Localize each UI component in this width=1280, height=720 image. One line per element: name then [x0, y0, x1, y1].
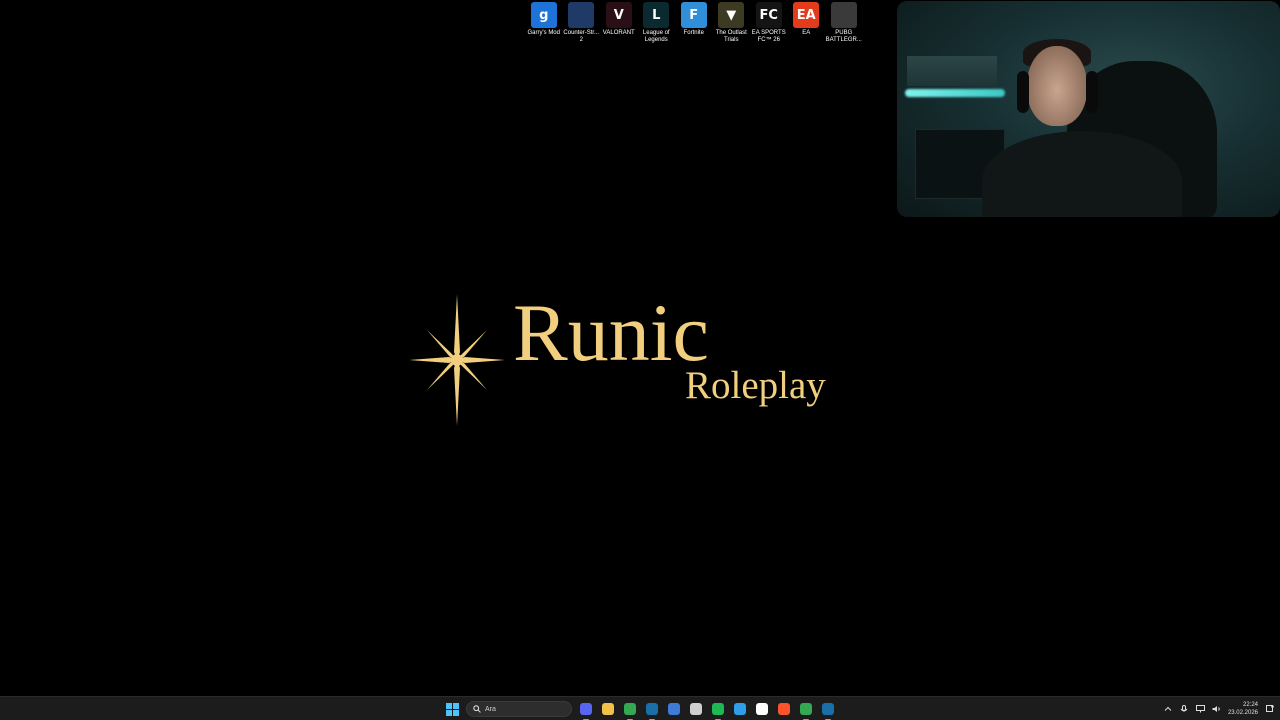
search-icon: [473, 705, 481, 713]
chrome-2-icon: [800, 703, 812, 715]
taskbar-app-discord[interactable]: [578, 701, 594, 720]
spotify-icon: [712, 703, 724, 715]
desktop-icons: g Garry's Mod Counter-Str... 2 V VALORANT L Le…: [525, 2, 863, 44]
counter-strike-icon: [568, 2, 595, 28]
desktop-shortcut[interactable]: g Garry's Mod: [525, 2, 563, 44]
taskbar-apps: [578, 701, 836, 720]
start-button[interactable]: [444, 701, 460, 717]
desktop-shortcut[interactable]: PUBG BATTLEGR...: [825, 2, 863, 44]
taskbar-app-chrome[interactable]: [622, 701, 638, 720]
runic-roleplay-logo: Runic Roleplay: [405, 290, 865, 430]
headset-left: [1017, 71, 1029, 113]
pubg-icon: [830, 2, 857, 28]
app-blue-icon: [668, 703, 680, 715]
discord-icon: [580, 703, 592, 715]
taskbar-app-openai[interactable]: [688, 701, 704, 717]
desktop-shortcut[interactable]: ▼ The Outlast Trials: [713, 2, 751, 44]
webcam-shelf: [907, 56, 997, 86]
desktop-shortcut-label: Fortnite: [683, 30, 704, 36]
taskbar-app-notion[interactable]: [754, 701, 770, 717]
microphone-icon[interactable]: [1180, 704, 1189, 714]
taskbar-center: Ara: [444, 697, 836, 720]
taskbar-app-steam-2[interactable]: [820, 701, 836, 720]
desktop-shortcut[interactable]: V VALORANT: [600, 2, 638, 44]
steam-2-icon: [822, 703, 834, 715]
desktop-shortcut[interactable]: Counter-Str... 2: [563, 2, 601, 44]
ea-icon: EA: [793, 2, 820, 28]
chevron-up-icon[interactable]: [1164, 705, 1173, 714]
headset-right: [1086, 71, 1098, 113]
webcam-led-strip: [905, 89, 1005, 97]
notion-icon: [756, 703, 768, 715]
outlast-trials-icon: ▼: [718, 2, 745, 28]
logo-subtitle: Roleplay: [685, 364, 826, 407]
system-tray: 22:24 23.02.2026: [1164, 697, 1274, 720]
webcam-overlay: [897, 1, 1280, 217]
taskbar-app-brave[interactable]: [776, 701, 792, 717]
desktop-shortcut-label: League of Legends: [642, 30, 670, 43]
taskbar-app-chrome-2[interactable]: [798, 701, 814, 720]
desktop-shortcut-label: Counter-Str... 2: [563, 30, 600, 43]
star-icon: [409, 294, 505, 426]
brave-icon: [778, 703, 790, 715]
taskbar: Ara 22:24 23.02.2026: [0, 696, 1280, 720]
desktop-shortcut-label: VALORANT: [602, 30, 635, 36]
league-of-legends-icon: L: [643, 2, 670, 28]
search-placeholder: Ara: [485, 705, 496, 713]
desktop-shortcut[interactable]: EA EA: [788, 2, 826, 44]
desktop-shortcut-label: EA SPORTS FC™ 26: [751, 30, 786, 43]
garrys-mod-icon: g: [530, 2, 557, 28]
taskbar-app-vscode[interactable]: [732, 701, 748, 717]
webcam-person-face: [1027, 46, 1087, 126]
desktop-shortcut[interactable]: FC EA SPORTS FC™ 26: [750, 2, 788, 44]
ea-sports-fc-icon: FC: [755, 2, 782, 28]
taskbar-app-steam[interactable]: [644, 701, 660, 720]
notification-bell-icon[interactable]: [1265, 705, 1274, 714]
vscode-icon: [734, 703, 746, 715]
desktop-shortcut-label: PUBG BATTLEGR...: [825, 30, 862, 43]
clock-time: 22:24: [1242, 702, 1258, 708]
desktop-shortcut[interactable]: L League of Legends: [638, 2, 676, 44]
desktop-shortcut-label: Garry's Mod: [527, 30, 560, 36]
clock-date: 23.02.2026: [1227, 710, 1258, 716]
steam-icon: [646, 703, 658, 715]
logo-title: Runic: [513, 287, 709, 378]
chrome-icon: [624, 703, 636, 715]
desktop-shortcut-label: The Outlast Trials: [715, 30, 747, 43]
openai-icon: [690, 703, 702, 715]
taskbar-app-spotify[interactable]: [710, 701, 726, 720]
windows-logo-icon: [445, 702, 459, 716]
network-icon[interactable]: [1195, 705, 1205, 714]
taskbar-search[interactable]: Ara: [466, 701, 572, 717]
taskbar-app-app-blue[interactable]: [666, 701, 682, 717]
desktop-shortcut-label: EA: [802, 30, 811, 36]
volume-icon[interactable]: [1212, 705, 1221, 714]
taskbar-app-file-explorer[interactable]: [600, 701, 616, 717]
fortnite-icon: F: [680, 2, 707, 28]
file-explorer-icon: [602, 703, 614, 715]
desktop-shortcut[interactable]: F Fortnite: [675, 2, 713, 44]
taskbar-clock[interactable]: 22:24 23.02.2026: [1228, 701, 1258, 717]
valorant-icon: V: [605, 2, 632, 28]
